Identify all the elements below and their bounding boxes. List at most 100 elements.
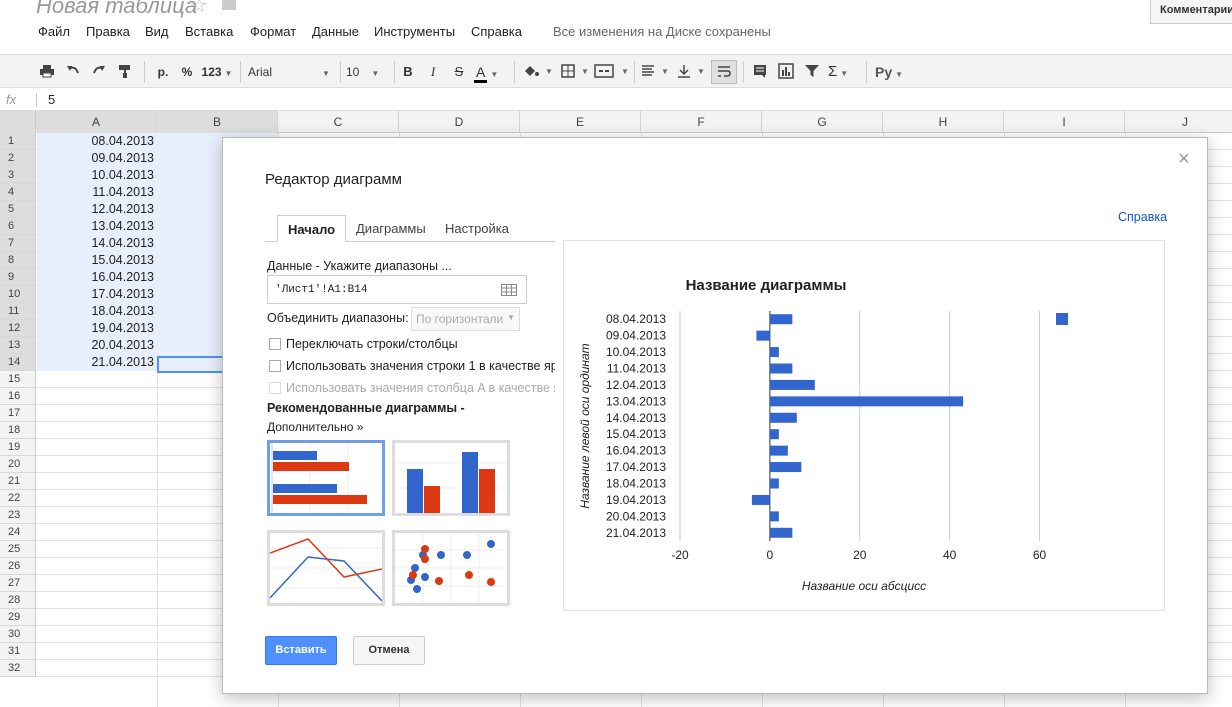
line-chart-thumbnail[interactable] [267, 530, 385, 606]
column-header-i[interactable]: I [1004, 111, 1125, 133]
column-header-g[interactable]: G [762, 111, 883, 133]
menu-help[interactable]: Справка [471, 24, 522, 39]
row-header-12[interactable]: 12 [0, 320, 36, 337]
menu-format[interactable]: Формат [250, 24, 296, 39]
row-header-14[interactable]: 14 [0, 354, 36, 371]
row-header-32[interactable]: 32 [0, 660, 36, 677]
cell-a3[interactable]: 10.04.2013 [36, 167, 157, 184]
text-color-button[interactable]: A ▼ [474, 63, 504, 83]
column-chart-thumbnail[interactable] [392, 440, 510, 516]
use-row1-labels-checkbox[interactable]: Использовать значения строки 1 в качеств… [269, 359, 555, 373]
cell-a13[interactable]: 20.04.2013 [36, 337, 157, 354]
row-header-18[interactable]: 18 [0, 422, 36, 439]
row-header-16[interactable]: 16 [0, 388, 36, 405]
menu-tools[interactable]: Инструменты [374, 24, 455, 39]
row-header-30[interactable]: 30 [0, 626, 36, 643]
menu-view[interactable]: Вид [145, 24, 169, 39]
paint-format-icon[interactable] [116, 63, 134, 81]
formula-input[interactable]: 5 [48, 92, 55, 107]
row-header-8[interactable]: 8 [0, 252, 36, 269]
checkbox-box[interactable] [269, 338, 281, 350]
cell-a2[interactable]: 09.04.2013 [36, 150, 157, 167]
comment-icon[interactable] [751, 63, 769, 81]
currency-format-button[interactable]: р. [154, 63, 172, 81]
fill-color-icon[interactable]: ▼ [522, 63, 553, 81]
filter-icon[interactable] [803, 63, 821, 81]
cell-a10[interactable]: 17.04.2013 [36, 286, 157, 303]
chart-preview[interactable]: -20 0 20 40 60 08.04.2013 09.04.2013 10.04.2013… [563, 240, 1165, 611]
column-header-f[interactable]: F [641, 111, 762, 133]
row-header-1[interactable]: 1 [0, 133, 36, 150]
column-header-a[interactable]: A [36, 111, 157, 133]
row-header-10[interactable]: 10 [0, 286, 36, 303]
functions-button[interactable]: Σ ▼ [828, 63, 858, 81]
star-icon[interactable]: ☆ [190, 0, 208, 18]
font-family-dropdown[interactable]: Arial ▼ [248, 63, 334, 81]
italic-button[interactable]: I [425, 63, 441, 81]
scatter-chart-thumbnail[interactable] [392, 530, 510, 606]
row-header-31[interactable]: 31 [0, 643, 36, 660]
column-header-c[interactable]: C [278, 111, 399, 133]
merge-cells-icon[interactable]: ▼ [594, 63, 629, 81]
row-header-26[interactable]: 26 [0, 558, 36, 575]
cell-a14[interactable]: 21.04.2013 [36, 354, 157, 371]
cell-a12[interactable]: 19.04.2013 [36, 320, 157, 337]
cell-a9[interactable]: 16.04.2013 [36, 269, 157, 286]
row-header-11[interactable]: 11 [0, 303, 36, 320]
cell-a1[interactable]: 08.04.2013 [36, 133, 157, 150]
row-header-6[interactable]: 6 [0, 218, 36, 235]
row-header-20[interactable]: 20 [0, 456, 36, 473]
cell-a6[interactable]: 13.04.2013 [36, 218, 157, 235]
row-header-2[interactable]: 2 [0, 150, 36, 167]
percent-format-button[interactable]: % [178, 63, 196, 81]
checkbox-box[interactable] [269, 360, 281, 372]
row-header-13[interactable]: 13 [0, 337, 36, 354]
insert-button[interactable]: Вставить [265, 636, 337, 665]
print-icon[interactable] [38, 63, 56, 81]
column-header-d[interactable]: D [399, 111, 520, 133]
input-tools-button[interactable]: Ру ▼ [875, 63, 909, 81]
row-header-4[interactable]: 4 [0, 184, 36, 201]
undo-icon[interactable] [64, 63, 82, 81]
row-header-3[interactable]: 3 [0, 167, 36, 184]
cell-a8[interactable]: 15.04.2013 [36, 252, 157, 269]
row-header-23[interactable]: 23 [0, 507, 36, 524]
row-header-24[interactable]: 24 [0, 524, 36, 541]
cell-a7[interactable]: 14.04.2013 [36, 235, 157, 252]
help-link[interactable]: Справка [1118, 210, 1167, 224]
row-header-17[interactable]: 17 [0, 405, 36, 422]
row-header-7[interactable]: 7 [0, 235, 36, 252]
document-title[interactable]: Новая таблица [36, 0, 197, 18]
menu-file[interactable]: Файл [38, 24, 70, 39]
strikethrough-button[interactable]: S [451, 63, 467, 81]
data-range-input[interactable]: 'Лист1'!A1:B14 [267, 275, 527, 304]
row-header-15[interactable]: 15 [0, 371, 36, 388]
row-header-9[interactable]: 9 [0, 269, 36, 286]
wrap-text-icon[interactable] [711, 60, 737, 84]
menu-data[interactable]: Данные [312, 24, 359, 39]
vertical-align-icon[interactable]: ▼ [676, 63, 706, 81]
menu-edit[interactable]: Правка [86, 24, 130, 39]
comments-button[interactable]: Комментарии [1150, 0, 1232, 24]
row-header-29[interactable]: 29 [0, 609, 36, 626]
row-header-25[interactable]: 25 [0, 541, 36, 558]
select-all-corner[interactable] [0, 111, 36, 133]
folder-icon[interactable] [222, 0, 236, 10]
more-charts-link[interactable]: Дополнительно » [267, 420, 363, 434]
bar-chart-thumbnail[interactable] [267, 440, 385, 516]
redo-icon[interactable] [90, 63, 108, 81]
row-header-27[interactable]: 27 [0, 575, 36, 592]
font-size-dropdown[interactable]: 10 ▼ [346, 63, 390, 81]
row-header-5[interactable]: 5 [0, 201, 36, 218]
number-format-dropdown[interactable]: 123 ▼ [200, 63, 234, 81]
bold-button[interactable]: B [400, 63, 416, 81]
row-header-28[interactable]: 28 [0, 592, 36, 609]
column-header-b[interactable]: B [157, 111, 278, 133]
tab-charts[interactable]: Диаграммы [346, 215, 436, 242]
insert-chart-icon[interactable] [777, 63, 795, 81]
tab-customize[interactable]: Настройка [435, 215, 519, 242]
close-icon[interactable]: × [1178, 148, 1190, 171]
tab-start[interactable]: Начало [277, 215, 347, 242]
column-header-e[interactable]: E [520, 111, 641, 133]
column-header-j[interactable]: J [1125, 111, 1232, 133]
